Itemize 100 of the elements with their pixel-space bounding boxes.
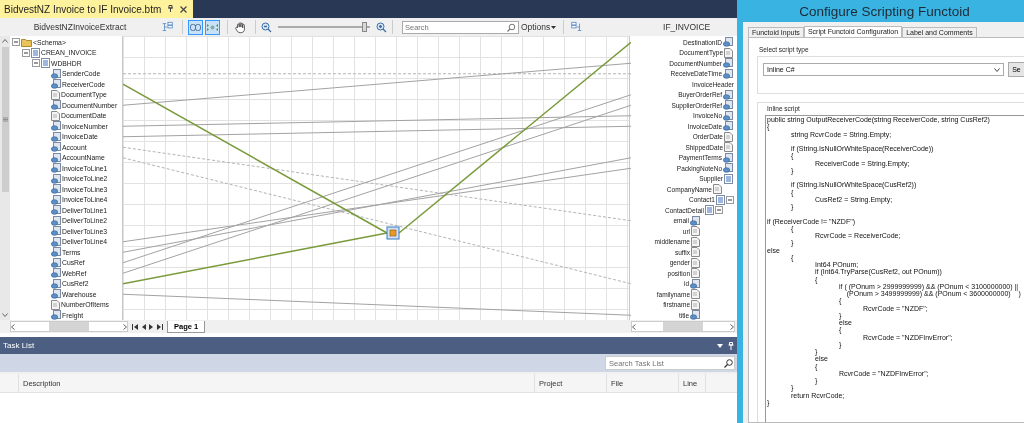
zoom-out-icon[interactable]: [261, 21, 272, 33]
field-icon: [51, 268, 61, 279]
last-page-icon[interactable]: [157, 323, 163, 330]
document-icon: [724, 131, 733, 142]
field-icon: [51, 173, 61, 184]
collapse-icon[interactable]: [22, 48, 30, 57]
collapse-icon[interactable]: [12, 38, 20, 47]
first-page-icon[interactable]: [132, 323, 138, 330]
mapping-line[interactable]: [123, 115, 631, 127]
document-tab[interactable]: BidvestNZ Invoice to IF Invoice.btm: [0, 0, 194, 18]
hand-icon[interactable]: [233, 19, 248, 35]
chevron-icon: [994, 67, 1001, 72]
scrollbar-thumb[interactable]: [663, 322, 703, 331]
field-icon: [51, 215, 61, 226]
mapping-line[interactable]: [123, 125, 631, 138]
expand-toggle[interactable]: [205, 19, 220, 35]
link-icon: [190, 23, 201, 31]
link-toggle[interactable]: [188, 19, 203, 35]
record-icon: [31, 47, 40, 58]
document-icon: [713, 184, 722, 195]
field-icon: [51, 79, 61, 90]
previous-page-icon[interactable]: [141, 323, 146, 330]
document-icon: [691, 247, 700, 258]
functoid-icon[interactable]: [386, 226, 400, 240]
search-icon: [724, 358, 733, 368]
document-icon: [691, 289, 700, 300]
scrollbar-thumb[interactable]: [1, 47, 9, 192]
zoom-slider-thumb[interactable]: [362, 22, 368, 32]
mapping-line[interactable]: [123, 157, 631, 285]
mapping-line[interactable]: [123, 157, 631, 253]
scroll-right-icon[interactable]: [730, 323, 734, 330]
field-icon: [51, 194, 61, 205]
field-icon: [51, 184, 61, 195]
horizontal-scrollbar[interactable]: [631, 321, 735, 332]
collapse-icon[interactable]: [715, 206, 723, 215]
field-icon: [51, 236, 61, 247]
mapping-line[interactable]: [123, 232, 388, 285]
document-icon: [724, 142, 733, 153]
field-icon: [51, 152, 61, 163]
horizontal-scrollbar[interactable]: [10, 321, 128, 332]
field-icon: [51, 247, 61, 258]
expand-icon: [207, 21, 218, 33]
field-icon: [690, 278, 700, 289]
schema-title: BidvestNZInvoiceExtract: [32, 22, 128, 32]
field-icon: [51, 121, 61, 132]
dropdown-icon[interactable]: [717, 343, 723, 348]
field-icon: [723, 100, 733, 111]
scroll-down-icon[interactable]: [2, 313, 8, 317]
mapping-line[interactable]: [123, 167, 631, 243]
zoom-in-icon[interactable]: [376, 21, 387, 33]
mapping-line[interactable]: [398, 41, 631, 234]
mapping-line[interactable]: [123, 62, 631, 106]
field-icon: [51, 100, 61, 111]
scroll-left-icon[interactable]: [11, 323, 15, 330]
collapse-icon[interactable]: [32, 59, 40, 68]
record-icon: [716, 194, 725, 205]
field-icon: [51, 226, 61, 237]
collapse-icon[interactable]: [726, 195, 734, 204]
mapping-line[interactable]: [123, 293, 631, 316]
field-icon: [51, 142, 61, 153]
field-icon: [51, 289, 61, 300]
field-icon: [723, 152, 733, 163]
field-icon: [690, 215, 700, 226]
record-icon: [41, 58, 50, 69]
record-icon: [705, 205, 714, 216]
field-icon: [723, 58, 733, 69]
schema-title: IF_INVOICE: [662, 22, 712, 32]
field-icon: [51, 278, 61, 289]
pin-icon[interactable]: [167, 5, 175, 13]
field-icon: [51, 310, 61, 320]
scrollbar-thumb[interactable]: [49, 322, 89, 331]
field-icon: [51, 257, 61, 268]
field-icon: [723, 89, 733, 100]
scroll-right-icon[interactable]: [123, 323, 127, 330]
record-icon: [724, 173, 733, 184]
options-menu[interactable]: Options: [519, 22, 559, 32]
mapping-line[interactable]: [123, 146, 631, 222]
vertical-scrollbar[interactable]: [0, 36, 10, 320]
caret-icon: [551, 25, 557, 29]
dialog-title: Configure Scripting Functoid: [798, 2, 971, 21]
field-icon: [690, 310, 700, 320]
search-icon: [507, 22, 516, 32]
close-icon[interactable]: [180, 5, 188, 13]
document-icon: [691, 257, 700, 268]
document-icon: [691, 268, 700, 279]
document-icon: [51, 89, 60, 100]
panel-title: Task List: [3, 341, 36, 350]
field-icon: [723, 68, 733, 79]
document-icon: [724, 47, 733, 58]
scroll-up-icon[interactable]: [2, 39, 8, 43]
field-icon: [723, 110, 733, 121]
scroll-left-icon[interactable]: [632, 323, 636, 330]
document-icon: [51, 299, 60, 310]
mapping-line[interactable]: [123, 73, 631, 75]
document-icon: [691, 236, 700, 247]
document-icon: [691, 299, 700, 310]
next-page-icon[interactable]: [149, 323, 154, 330]
field-icon: [51, 68, 61, 79]
mapping-line[interactable]: [123, 83, 388, 234]
field-icon: [51, 131, 61, 142]
